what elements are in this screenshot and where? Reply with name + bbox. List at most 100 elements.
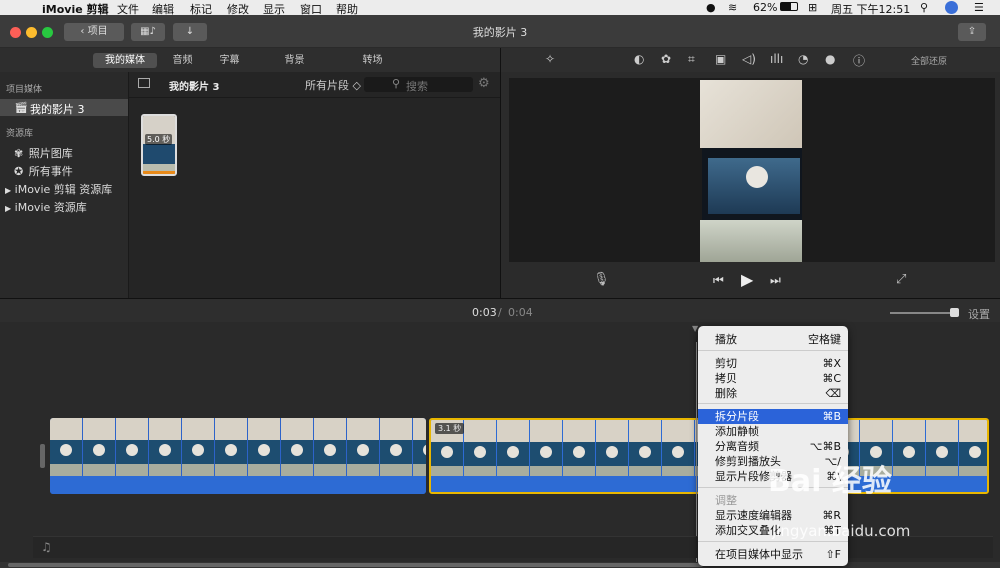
filmstrip-frame <box>893 420 925 478</box>
timeline-settings-button[interactable]: 设置 <box>968 306 990 322</box>
sidebar-item-clips-library-label: iMovie 剪辑 资源库 <box>14 183 113 196</box>
tab-transitions[interactable]: 转场 <box>355 53 390 68</box>
tab-titles[interactable]: 字幕 <box>212 53 247 68</box>
menu-item-add-cross-dissolve[interactable]: 添加交叉叠化 ⌘T <box>698 523 848 538</box>
playhead[interactable] <box>696 342 697 568</box>
reset-all-button[interactable]: 全部还原 <box>911 54 947 67</box>
search-icon: ⚲ <box>392 77 401 90</box>
menu-item-shortcut: ⌘\ <box>826 470 841 483</box>
viewer-toolbar: ✧ ◐ ✿ ⌗ ▣ ◁) ıllı ◔ ● ⓘ 全部还原 <box>501 48 1000 72</box>
menu-item-copy[interactable]: 拷贝 ⌘C <box>698 371 848 386</box>
microphone-icon[interactable]: 🎙︎ <box>593 272 610 287</box>
volume-icon[interactable]: ◁) <box>742 52 756 66</box>
clapper-icon: 🎬︎ <box>14 101 28 114</box>
menu-item-label: 拆分片段 <box>715 410 759 423</box>
tab-backgrounds[interactable]: 背景 <box>277 53 312 68</box>
menu-item-reveal-in-project-media[interactable]: 在项目媒体中显示 ⇧F <box>698 547 848 562</box>
share-button[interactable]: ⇪ <box>958 23 986 41</box>
color-balance-icon[interactable]: ◐ <box>634 52 644 66</box>
sidebar-item-imovie-library[interactable]: ▶ iMovie 资源库 <box>5 199 129 215</box>
menu-item-show-clip-trimmer[interactable]: 显示片段修剪器 ⌘\ <box>698 469 848 484</box>
filmstrip-frame <box>497 420 529 478</box>
tab-my-media[interactable]: 我的媒体 <box>93 53 157 68</box>
skip-back-icon[interactable]: ⏮︎ <box>713 273 724 288</box>
menu-item-label: 调整 <box>715 494 737 507</box>
notification-center-icon[interactable]: ☰ <box>974 1 984 14</box>
menu-item-add-freeze-frame[interactable]: 添加静帧 <box>698 424 848 439</box>
filmstrip-frame <box>182 418 214 476</box>
timeline-scrollbar-thumb[interactable] <box>8 563 703 567</box>
qq-icon[interactable]: ● <box>706 1 716 14</box>
fullscreen-icon[interactable]: ⤢ <box>896 272 906 287</box>
battery-icon[interactable] <box>780 2 798 11</box>
skip-forward-icon[interactable]: ⏭︎ <box>770 273 781 288</box>
timeline-clip-1[interactable] <box>50 418 426 494</box>
clip-filter-icon[interactable]: ● <box>825 52 835 66</box>
filmstrip-frame <box>596 420 628 478</box>
zoom-slider[interactable] <box>890 308 959 317</box>
photos-icon: ✾ <box>14 147 24 160</box>
sidebar-section-libraries: 资源库 <box>6 129 34 139</box>
disclosure-triangle-icon[interactable]: ▶ <box>5 204 11 213</box>
search-placeholder: 搜索 <box>406 80 428 93</box>
video-canvas[interactable] <box>509 78 995 262</box>
spotlight-icon[interactable]: ⚲ <box>920 1 928 14</box>
siri-icon[interactable] <box>945 1 958 14</box>
menu-item-shortcut: ⇧F <box>825 548 841 561</box>
menu-item-trim-to-playhead[interactable]: 修剪到播放头 ⌥/ <box>698 454 848 469</box>
used-clip-bar <box>143 171 175 174</box>
menu-item-shortcut: 空格键 <box>808 333 841 346</box>
music-track[interactable]: ♫ <box>33 536 993 558</box>
menu-separator <box>698 541 848 542</box>
browser-header: 我的影片 3 所有片段 ◇ ⚲ 搜索 ⚙ <box>129 72 500 98</box>
menu-item-label: 删除 <box>715 387 737 400</box>
menu-item-label: 显示速度编辑器 <box>715 509 792 522</box>
menu-item-show-speed-editor[interactable]: 显示速度编辑器 ⌘R <box>698 508 848 523</box>
filmstrip-frame <box>530 420 562 478</box>
filmstrip-frame <box>116 418 148 476</box>
filmstrip-frame <box>314 418 346 476</box>
libraries-sidebar: 项目媒体 🎬︎ 我的影片 3 资源库 ✾ 照片图库 ✪ 所有事件 ▶ iMovi… <box>0 72 129 298</box>
timeline-scrollbar[interactable] <box>0 562 1000 568</box>
sidebar-item-all-events[interactable]: ✪ 所有事件 <box>14 163 124 179</box>
magic-wand-icon[interactable]: ✧ <box>545 52 555 66</box>
tab-audio[interactable]: 音频 <box>165 53 200 68</box>
wifi-icon[interactable]: ≋ <box>728 1 737 14</box>
sidebar-item-imovie-library-label: iMovie 资源库 <box>14 201 87 214</box>
clip-filter-select[interactable]: 所有片段 ◇ <box>305 77 361 93</box>
sidebar-item-all-events-label: 所有事件 <box>28 165 73 178</box>
sidebar-toggle-icon[interactable] <box>138 78 150 88</box>
color-palette-icon[interactable]: ✿ <box>661 52 671 66</box>
menu-item-label: 显示片段修剪器 <box>715 470 792 483</box>
crop-icon[interactable]: ⌗ <box>688 52 695 67</box>
menu-item-detach-audio[interactable]: 分离音频 ⌥⌘B <box>698 439 848 454</box>
menu-item-cut[interactable]: 剪切 ⌘X <box>698 356 848 371</box>
menu-item-label: 添加静帧 <box>715 425 759 438</box>
stabilization-icon[interactable]: ▣ <box>715 52 726 66</box>
share-icon: ⇪ <box>967 26 977 37</box>
menu-separator <box>698 403 848 404</box>
search-input[interactable]: ⚲ 搜索 <box>364 77 473 93</box>
filmstrip-frame <box>959 420 987 478</box>
timeline-start-handle[interactable] <box>40 444 45 468</box>
input-method-icon[interactable]: ⊞ <box>808 1 817 14</box>
equalizer-icon[interactable]: ıllı <box>770 52 783 66</box>
speed-icon[interactable]: ◔ <box>798 52 808 66</box>
browser-settings-icon[interactable]: ⚙ <box>478 76 490 91</box>
menu-item-delete[interactable]: 删除 ⌫ <box>698 386 848 401</box>
info-icon[interactable]: ⓘ <box>853 52 865 69</box>
filmstrip-frame <box>380 418 412 476</box>
disclosure-triangle-icon[interactable]: ▶ <box>5 186 11 195</box>
sidebar-item-project[interactable]: 🎬︎ 我的影片 3 <box>0 99 128 116</box>
menu-item-play[interactable]: 播放 空格键 <box>698 332 848 347</box>
sidebar-item-clips-library[interactable]: ▶ iMovie 剪辑 资源库 <box>5 181 129 197</box>
sidebar-item-photos[interactable]: ✾ 照片图库 <box>14 145 124 161</box>
filmstrip-frame <box>149 418 181 476</box>
menu-item-split-clip[interactable]: 拆分片段 ⌘B <box>698 409 848 424</box>
media-clip-thumbnail[interactable]: 5.0 秒 <box>141 114 177 176</box>
play-icon[interactable]: ▶ <box>741 270 753 289</box>
total-time: 0:04 <box>508 306 533 319</box>
zoom-slider-knob[interactable] <box>950 308 959 317</box>
menu-item-shortcut: ⌫ <box>825 387 841 400</box>
menu-item-label: 修剪到播放头 <box>715 455 781 468</box>
